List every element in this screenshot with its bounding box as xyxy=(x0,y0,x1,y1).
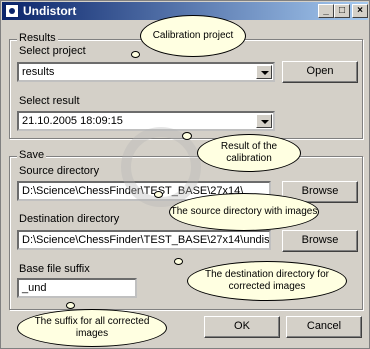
browse-destination-button[interactable]: Browse xyxy=(282,230,358,252)
select-result-label: Select result xyxy=(19,95,80,107)
ok-button[interactable]: OK xyxy=(204,316,280,338)
callout-tail xyxy=(66,302,75,309)
callout-tail xyxy=(174,258,183,265)
cancel-button[interactable]: Cancel xyxy=(286,316,362,338)
maximize-button[interactable]: □ xyxy=(334,4,350,18)
result-value: 21.10.2005 18:09:15 xyxy=(22,115,123,127)
minimize-button[interactable]: _ xyxy=(318,4,334,18)
app-icon xyxy=(5,4,19,18)
project-combo[interactable]: results xyxy=(17,62,275,82)
project-value: results xyxy=(22,66,55,78)
callout-tail xyxy=(131,51,140,58)
close-button[interactable]: × xyxy=(352,4,368,18)
source-directory-label: Source directory xyxy=(19,165,100,177)
undistort-window: Undistort _ □ × Results Select project r… xyxy=(0,0,370,349)
open-button[interactable]: Open xyxy=(282,61,358,83)
window-title: Undistort xyxy=(23,4,77,18)
chevron-down-icon[interactable] xyxy=(256,65,272,79)
suffix-field[interactable]: _und xyxy=(17,278,137,298)
callout-tail xyxy=(182,132,192,140)
result-combo[interactable]: 21.10.2005 18:09:15 xyxy=(17,111,275,131)
callout-calibration-project: Calibration project xyxy=(140,15,246,57)
callout-destination-corrected: The destination directory for corrected … xyxy=(187,261,347,301)
callout-suffix-corrected: The suffix for all corrected images xyxy=(17,309,167,347)
destination-directory-field[interactable]: D:\Science\ChessFinder\TEST_BASE\27x14\u… xyxy=(17,230,271,250)
destination-directory-label: Destination directory xyxy=(19,213,120,225)
chevron-down-icon[interactable] xyxy=(256,114,272,128)
callout-tail xyxy=(154,191,163,198)
results-legend: Results xyxy=(17,32,58,44)
callout-result-calibration: Result of the calibration xyxy=(197,134,301,172)
save-legend: Save xyxy=(17,149,47,161)
select-project-label: Select project xyxy=(19,45,86,57)
callout-source-images: The source directory with images xyxy=(169,193,319,231)
suffix-label: Base file suffix xyxy=(19,263,90,275)
